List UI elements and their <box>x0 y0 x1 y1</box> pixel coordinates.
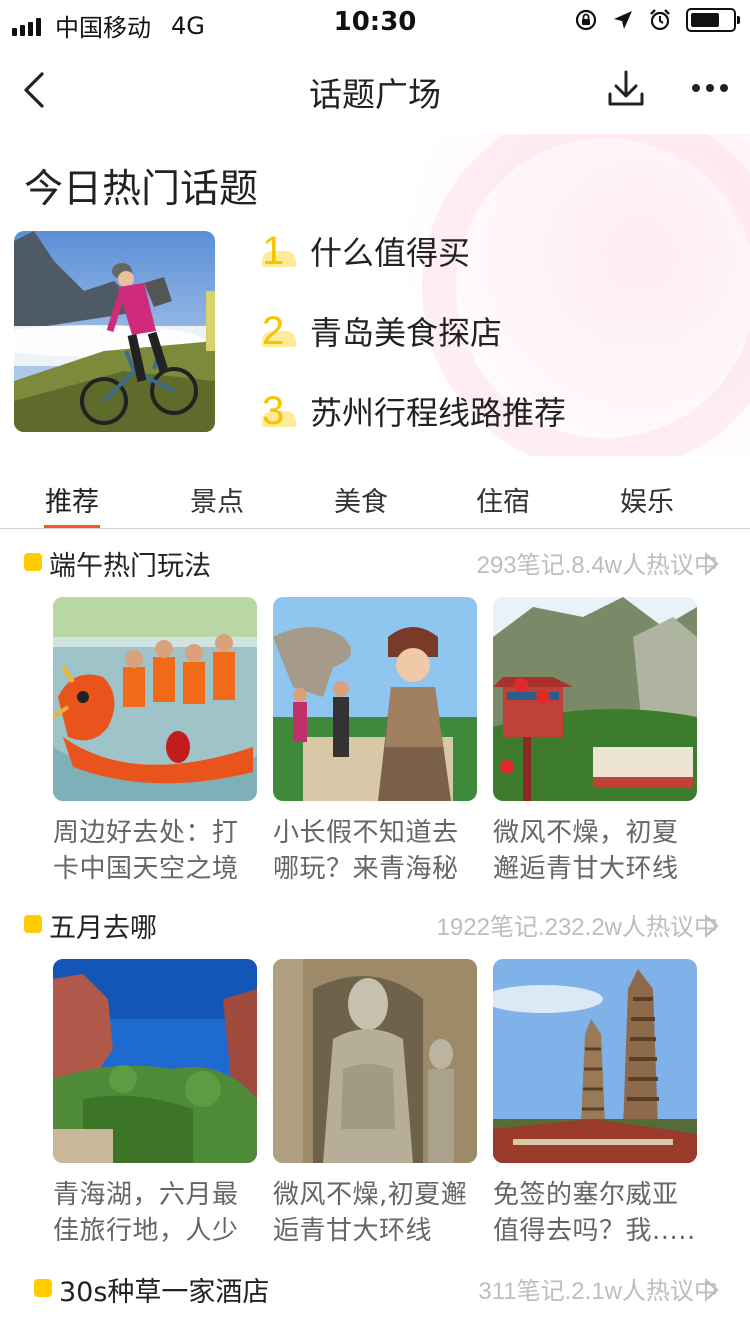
topic-card[interactable]: 微风不燥,初夏邂逅青甘大环线 <box>273 959 477 1249</box>
hot-topic-text: 青岛美食探店 <box>310 314 503 352</box>
hot-topic-item[interactable]: 2 青岛美食探店 <box>262 308 502 354</box>
status-right <box>574 8 740 32</box>
tourist-woman-photo <box>273 597 477 801</box>
more-icon[interactable] <box>690 76 730 100</box>
group-title: 五月去哪 <box>49 913 157 944</box>
topic-card[interactable]: 小长假不知道去哪玩？来青海秘 <box>273 597 477 887</box>
card-caption: 小长假不知道去哪玩？来青海秘 <box>273 818 459 884</box>
dragon-boat-photo <box>53 597 257 801</box>
alarm-icon <box>650 9 670 31</box>
card-caption: 微风不燥，初夏邂逅青甘大环线 <box>493 818 679 884</box>
buddha-grotto-photo <box>273 959 477 1163</box>
cyclist-mountain-photo[interactable] <box>14 231 215 432</box>
status-bar: 中国移动 4G 10:30 <box>0 0 750 44</box>
group-header[interactable]: 端午热门玩法 293笔记.8.4w人热议中 <box>0 543 750 583</box>
group-marker-icon <box>24 915 42 933</box>
group-header[interactable]: 30s种草一家酒店 311笔记.2.1w人热议中 <box>0 1269 750 1309</box>
tab-lodging[interactable]: 住宿 <box>431 480 575 519</box>
hot-topic-text: 什么值得买 <box>310 234 471 272</box>
tab-recommend[interactable]: 推荐 <box>0 480 144 519</box>
nav-bar: 话题广场 <box>0 44 750 134</box>
hot-topic-item[interactable]: 3 苏州行程线路推荐 <box>262 388 566 434</box>
download-icon[interactable] <box>606 68 646 112</box>
tab-entertainment[interactable]: 娱乐 <box>575 480 719 519</box>
card-caption: 微风不燥,初夏邂逅青甘大环线 <box>273 1180 468 1246</box>
group-stats: 311笔记.2.1w人热议中 <box>478 1278 718 1305</box>
group-header[interactable]: 五月去哪 1922笔记.232.2w人热议中 <box>0 905 750 945</box>
topic-card[interactable]: 周边好去处：打卡中国天空之境 <box>53 597 257 887</box>
mountain-temple-photo <box>493 597 697 801</box>
orientation-lock-icon <box>575 9 597 31</box>
topic-card[interactable]: 免签的塞尔威亚值得去吗？我..... <box>493 959 697 1249</box>
chevron-right-icon <box>706 1280 719 1300</box>
hot-topics-title: 今日热门话题 <box>24 167 259 212</box>
rank-number: 1 <box>262 229 310 274</box>
tab-food[interactable]: 美食 <box>289 480 433 519</box>
hot-topic-text: 苏州行程线路推荐 <box>310 394 567 432</box>
group-marker-icon <box>34 1279 52 1297</box>
hot-topics-section: 今日热门话题 1 什么值得买 2 青岛美食探店 3 苏州行程线路推荐 <box>0 134 750 456</box>
category-tabs: 推荐 景点 美食 住宿 娱乐 <box>0 456 750 529</box>
group-marker-icon <box>24 553 42 571</box>
hot-topic-item[interactable]: 1 什么值得买 <box>262 228 470 274</box>
location-icon <box>614 11 632 29</box>
red-cliffs-photo <box>53 959 257 1163</box>
chevron-right-icon <box>706 554 719 574</box>
card-caption: 免签的塞尔威亚值得去吗？我..... <box>493 1180 696 1246</box>
topic-card[interactable]: 青海湖，六月最佳旅行地，人少 <box>53 959 257 1249</box>
group-stats: 1922笔记.232.2w人热议中 <box>436 914 718 941</box>
tab-attractions[interactable]: 景点 <box>145 480 289 519</box>
topic-card[interactable]: 微风不燥，初夏邂逅青甘大环线 <box>493 597 697 887</box>
group-stats: 293笔记.8.4w人热议中 <box>476 552 718 579</box>
active-tab-indicator <box>44 525 100 528</box>
chevron-right-icon <box>706 916 719 936</box>
rank-number: 3 <box>262 389 310 434</box>
group-title: 端午热门玩法 <box>49 551 211 582</box>
group-title: 30s种草一家酒店 <box>59 1277 270 1308</box>
card-caption: 青海湖，六月最佳旅行地，人少 <box>53 1180 239 1246</box>
card-caption: 周边好去处：打卡中国天空之境 <box>53 818 239 884</box>
rank-number: 2 <box>262 309 310 354</box>
twin-pagodas-photo <box>493 959 697 1163</box>
battery-icon <box>686 8 740 32</box>
